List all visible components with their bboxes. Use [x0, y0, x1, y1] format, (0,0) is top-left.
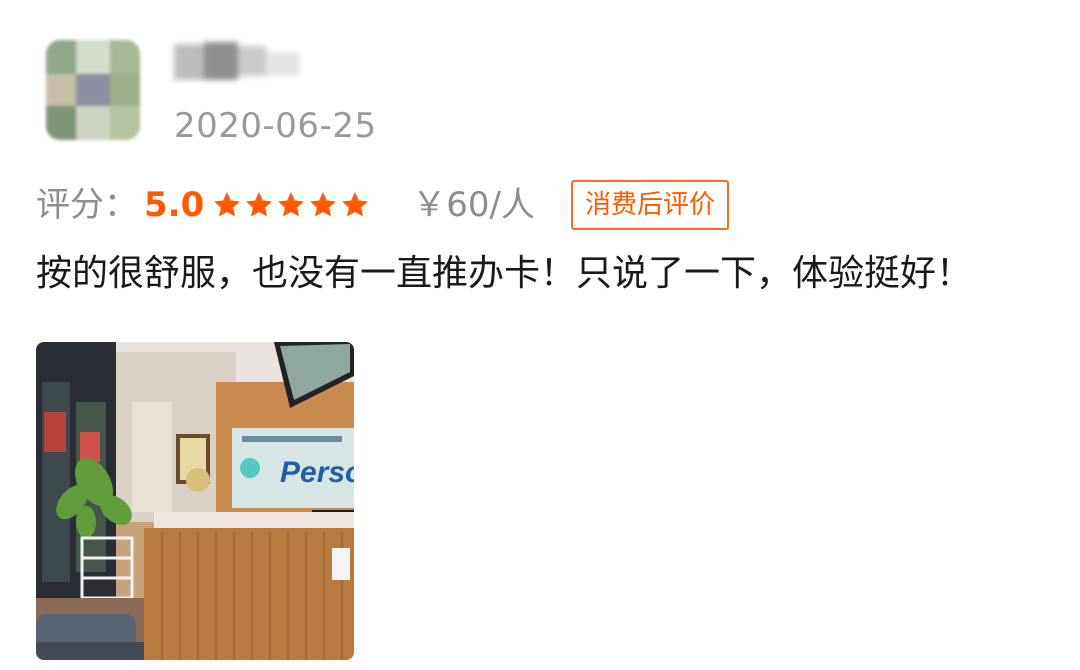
star-icon [310, 192, 337, 217]
review-text: 按的很舒服，也没有一直推办卡！只说了一下，体验挺好！ [36, 253, 973, 294]
post-purchase-review-badge: 消费后评价 [570, 180, 729, 230]
price-per-person: ￥60/人 [412, 185, 535, 225]
rating-score: 5.0 [144, 185, 205, 225]
review-card: 2020-06-25 评分： 5.0 ￥60/人 消费后评价 按的很舒服，也没有… [0, 0, 1080, 670]
photo-sign-text: Perso [280, 456, 354, 489]
review-date: 2020-06-25 [174, 106, 377, 146]
username-blurred[interactable] [160, 38, 320, 82]
star-icon [214, 192, 241, 217]
rating-label: 评分： [36, 185, 138, 225]
user-avatar[interactable] [46, 40, 140, 140]
star-icon [246, 192, 273, 217]
star-rating [212, 190, 372, 220]
star-icon [278, 192, 305, 217]
rating-row: 评分： 5.0 ￥60/人 消费后评价 [36, 178, 729, 232]
review-photo-image: Perso [36, 342, 354, 660]
review-photo[interactable]: Perso [36, 342, 354, 660]
star-icon [342, 192, 369, 217]
